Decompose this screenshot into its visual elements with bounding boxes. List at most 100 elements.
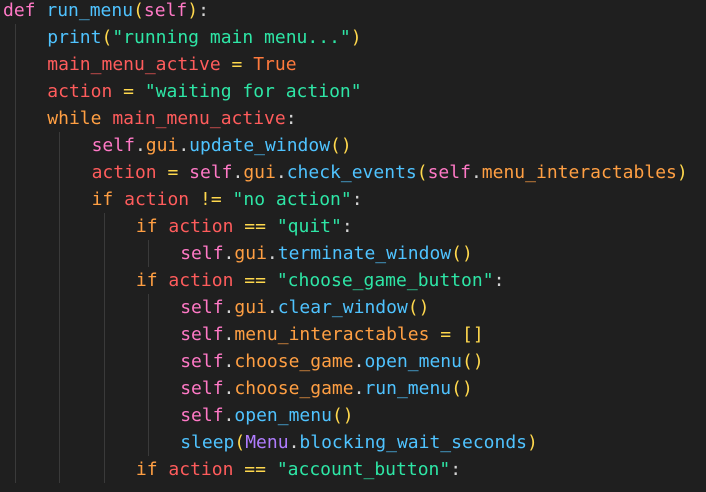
code-token: "waiting for action" (144, 81, 362, 102)
code-token: gui (234, 243, 267, 264)
code-line[interactable]: self.gui.update_window() (3, 132, 352, 159)
indent-guide (59, 321, 61, 348)
code-editor[interactable]: def run_menu(self): print("running main m… (0, 0, 706, 492)
code-token: != (189, 189, 233, 210)
code-line[interactable]: self.menu_interactables = [] (3, 321, 484, 348)
indent-guide (103, 267, 105, 294)
code-line[interactable]: if action != "no action": (3, 186, 363, 213)
code-token: Menu (245, 432, 289, 453)
code-line[interactable]: self.gui.terminate_window() (3, 240, 473, 267)
indent-guide (147, 240, 149, 267)
code-token: self (189, 162, 233, 183)
code-line[interactable]: action = "waiting for action" (3, 78, 362, 105)
indent-guide (15, 51, 16, 78)
code-token: : (285, 108, 297, 129)
indent-guide (59, 213, 61, 240)
code-line[interactable]: main_menu_active = True (3, 51, 297, 78)
code-token: menu_interactables (234, 324, 430, 345)
code-token: action (91, 162, 157, 183)
code-token: == (233, 459, 277, 480)
code-token: gui (145, 135, 179, 156)
indent-guide (15, 321, 16, 348)
code-token: self (180, 351, 224, 372)
code-token: action (124, 189, 190, 210)
code-token: . (223, 351, 235, 372)
code-line[interactable]: action = self.gui.check_events(self.menu… (3, 159, 688, 186)
code-line[interactable]: self.choose_game.run_menu() (3, 375, 473, 402)
indent-guide (59, 186, 61, 213)
code-token: . (266, 297, 278, 318)
code-token: check_events (286, 162, 417, 183)
indent-guide (15, 105, 16, 132)
code-token: gui (243, 162, 276, 183)
indent-guide (103, 348, 105, 375)
indent-guide (103, 429, 105, 456)
code-token: self (143, 0, 188, 21)
code-token: choose_game (234, 351, 354, 372)
indent-guide (15, 456, 16, 483)
code-line[interactable]: while main_menu_active: (3, 105, 297, 132)
code-token: run_menu (364, 378, 452, 399)
indent-guide (59, 267, 61, 294)
code-token: terminate_window (277, 243, 452, 264)
indent-guide (15, 159, 16, 186)
indent-guide (147, 348, 149, 375)
indent-guide (59, 402, 61, 429)
code-line[interactable]: sleep(Menu.blocking_wait_seconds) (3, 429, 538, 456)
indent-guide (59, 375, 61, 402)
code-token: menu_interactables (481, 162, 677, 183)
indent-guide (15, 402, 16, 429)
code-token: ) (187, 0, 199, 21)
indent-guide (59, 429, 61, 456)
indent-guide (15, 213, 16, 240)
code-token: action (168, 216, 234, 237)
code-token: main_menu_active (47, 54, 221, 75)
code-token: self (180, 243, 224, 264)
code-token: open_menu (234, 405, 332, 426)
code-token: action (47, 81, 113, 102)
code-token: update_window (189, 135, 331, 156)
code-token: self (180, 405, 224, 426)
code-token: blocking_wait_seconds (299, 432, 527, 453)
code-token: = (220, 54, 254, 75)
code-token: print (47, 27, 102, 48)
indent-guide (15, 375, 16, 402)
code-token: () (451, 243, 473, 264)
code-token: : (198, 0, 209, 21)
indent-guide (15, 240, 16, 267)
code-line[interactable]: self.gui.clear_window() (3, 294, 429, 321)
code-token: = (112, 81, 145, 102)
code-token: . (223, 297, 235, 318)
code-token: : (493, 270, 505, 291)
code-token: . (266, 243, 278, 264)
code-token: self (427, 162, 471, 183)
code-token: choose_game (234, 378, 354, 399)
code-line[interactable]: if action == "choose_game_button": (3, 267, 504, 294)
code-token: action (168, 459, 234, 480)
indent-guide (59, 240, 61, 267)
code-line[interactable]: print("running main menu...") (3, 24, 362, 51)
code-token: action (168, 270, 234, 291)
code-token: if (135, 459, 158, 480)
code-token: . (223, 324, 235, 345)
indent-guide (147, 294, 149, 321)
code-token: ( (101, 27, 113, 48)
code-line[interactable]: if action == "quit": (3, 213, 353, 240)
code-token: if (91, 189, 114, 210)
code-token: "choose_game_button" (276, 270, 494, 291)
code-token: . (178, 135, 190, 156)
code-line[interactable]: self.open_menu() (3, 402, 354, 429)
code-token: open_menu (364, 351, 462, 372)
code-line[interactable]: self.choose_game.open_menu() (3, 348, 484, 375)
code-line[interactable]: if action == "account_button": (3, 456, 461, 483)
indent-guide (15, 294, 16, 321)
code-line[interactable]: def run_menu(self): (3, 0, 209, 24)
indent-guide (15, 132, 16, 159)
code-token: : (341, 216, 353, 237)
